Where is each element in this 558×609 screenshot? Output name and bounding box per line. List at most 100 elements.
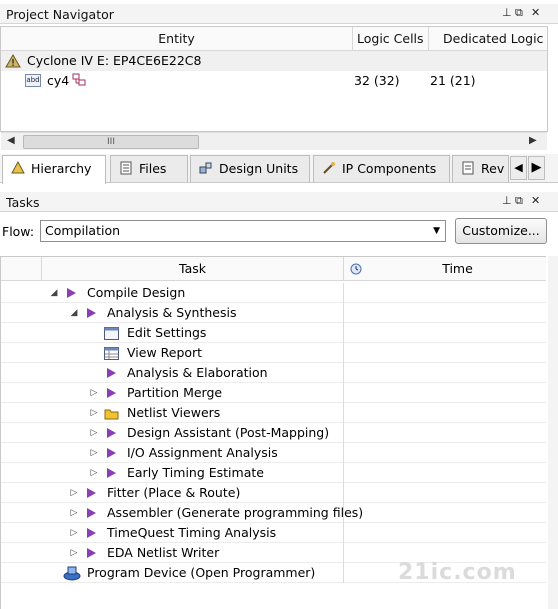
entity-icon: abd — [25, 74, 41, 87]
task-row[interactable]: ▷ Fitter (Place & Route) — [1, 483, 546, 503]
collapse-icon[interactable]: ◢ — [69, 303, 79, 323]
column-gutter — [1, 257, 42, 281]
run-task-icon — [107, 388, 116, 398]
task-row[interactable]: Edit Settings — [1, 323, 546, 343]
expand-icon[interactable]: ▷ — [89, 423, 99, 443]
task-row[interactable]: ▷ Design Assistant (Post-Mapping) — [1, 423, 546, 443]
tasks-float-icon[interactable]: ⧉ — [515, 194, 523, 208]
expand-icon[interactable]: ▷ — [69, 503, 79, 523]
task-row[interactable]: ▷ Assembler (Generate programming files) — [1, 503, 546, 523]
expand-icon[interactable]: ▷ — [89, 443, 99, 463]
expand-icon[interactable]: ▷ — [69, 523, 79, 543]
column-time[interactable]: Time — [368, 257, 546, 281]
close-icon[interactable]: ✕ — [531, 6, 540, 20]
hierarchy-warning-icon — [11, 158, 25, 174]
logic-cells-value: 32 (32) — [354, 73, 400, 88]
task-label: Netlist Viewers — [127, 405, 221, 420]
task-label: I/O Assignment Analysis — [127, 445, 278, 460]
task-row[interactable]: ▷ Early Timing Estimate — [1, 463, 546, 483]
task-row[interactable]: ◢ Compile Design — [1, 283, 546, 303]
column-divider — [343, 423, 344, 443]
tab-ip-components[interactable]: IP Components — [313, 155, 450, 182]
task-row[interactable]: ◢ Analysis & Synthesis — [1, 303, 546, 323]
column-divider — [343, 523, 344, 543]
tab-files[interactable]: Files — [110, 155, 188, 182]
column-divider — [343, 303, 344, 323]
column-task[interactable]: Task — [42, 257, 344, 281]
column-divider — [343, 363, 344, 383]
flow-select[interactable]: Compilation ▼ — [40, 220, 446, 242]
scroll-right-icon[interactable]: ▶ — [529, 135, 537, 146]
collapse-icon[interactable]: ◢ — [49, 283, 59, 303]
column-divider — [343, 483, 344, 503]
column-logic-cells[interactable]: Logic Cells — [353, 27, 429, 51]
tasks-titlebar: Tasks ⊥ ⧉ ✕ — [0, 192, 558, 212]
task-label: View Report — [127, 345, 203, 360]
expand-icon[interactable]: ▷ — [69, 483, 79, 503]
tab-design-units[interactable]: Design Units — [190, 155, 310, 182]
ip-components-icon — [322, 158, 336, 174]
tasks-title: Tasks — [6, 195, 40, 210]
expand-icon[interactable]: ▷ — [89, 463, 99, 483]
run-task-icon — [107, 428, 116, 438]
expand-icon[interactable]: ▷ — [89, 383, 99, 403]
tasks-table: Task Time ◢ Compile Design ◢ Analysis & Syn… — [0, 256, 546, 609]
column-divider — [343, 283, 344, 303]
entity-name: cy4 — [47, 73, 70, 88]
project-navigator-table: Entity Logic Cells Dedicated Logic R Cyc… — [0, 26, 548, 132]
task-row[interactable]: ▷ I/O Assignment Analysis — [1, 443, 546, 463]
task-label: Compile Design — [87, 285, 186, 300]
column-divider — [343, 403, 344, 423]
tasks-close-icon[interactable]: ✕ — [531, 194, 540, 208]
task-label: TimeQuest Timing Analysis — [107, 525, 277, 540]
task-row[interactable]: ▷ Netlist Viewers — [1, 403, 546, 423]
project-navigator-titlebar: Project Navigator ⊥ ⧉ ✕ — [0, 4, 558, 24]
folder-icon — [104, 406, 119, 420]
tab-scroll-right-icon[interactable]: ▶ — [528, 156, 545, 180]
tasks-pin-icon[interactable]: ⊥ — [502, 194, 512, 208]
task-label: Design Assistant (Post-Mapping) — [127, 425, 330, 440]
task-label: Early Timing Estimate — [127, 465, 264, 480]
entity-row[interactable]: abd cy4 32 (32) 21 (21) — [1, 71, 547, 91]
task-row[interactable]: ▷ Partition Merge — [1, 383, 546, 403]
column-entity[interactable]: Entity — [1, 27, 353, 51]
navigator-horizontal-scrollbar[interactable]: ◀ III ▶ — [1, 132, 547, 150]
device-warning-icon — [5, 54, 21, 68]
device-row[interactable]: Cyclone IV E: EP4CE6E22C8 — [1, 51, 547, 71]
device-name: Cyclone IV E: EP4CE6E22C8 — [27, 53, 202, 68]
expand-icon[interactable]: ▷ — [69, 543, 79, 563]
tab-scroll-left-icon[interactable]: ◀ — [510, 156, 527, 180]
run-task-icon — [107, 368, 116, 378]
pin-icon[interactable]: ⊥ — [502, 6, 512, 20]
task-row[interactable]: Analysis & Elaboration — [1, 363, 546, 383]
task-label: EDA Netlist Writer — [107, 545, 220, 560]
task-row[interactable]: View Report — [1, 343, 546, 363]
customize-button[interactable]: Customize... — [455, 218, 547, 244]
scroll-left-icon[interactable]: ◀ — [7, 135, 15, 146]
run-task-icon — [87, 508, 96, 518]
scroll-thumb[interactable]: III — [23, 135, 199, 149]
watermark: 21ic.com — [398, 560, 517, 585]
expand-icon[interactable]: ▷ — [89, 403, 99, 423]
task-row[interactable]: ▷ TimeQuest Timing Analysis — [1, 523, 546, 543]
column-divider — [343, 343, 344, 363]
tab-revisions[interactable]: Rev — [452, 155, 509, 182]
column-divider — [343, 543, 344, 563]
navigator-tabbar: Hierarchy Files Design Units IP Componen… — [0, 154, 558, 184]
column-dedicated-logic-registers[interactable]: Dedicated Logic R — [429, 27, 547, 51]
tasks-vertical-scrollbar[interactable] — [548, 256, 558, 609]
run-task-icon — [67, 288, 76, 298]
run-task-icon — [87, 548, 96, 558]
tab-hierarchy[interactable]: Hierarchy — [2, 155, 106, 184]
run-task-icon — [87, 488, 96, 498]
task-label: Analysis & Synthesis — [107, 305, 237, 320]
task-label: Fitter (Place & Route) — [107, 485, 241, 500]
run-task-icon — [107, 468, 116, 478]
float-icon[interactable]: ⧉ — [515, 6, 523, 20]
run-task-icon — [107, 448, 116, 458]
run-task-icon — [87, 528, 96, 538]
report-table-icon — [104, 346, 119, 360]
task-label: Program Device (Open Programmer) — [87, 565, 316, 580]
clock-icon — [344, 257, 368, 281]
programmer-icon — [63, 565, 81, 581]
